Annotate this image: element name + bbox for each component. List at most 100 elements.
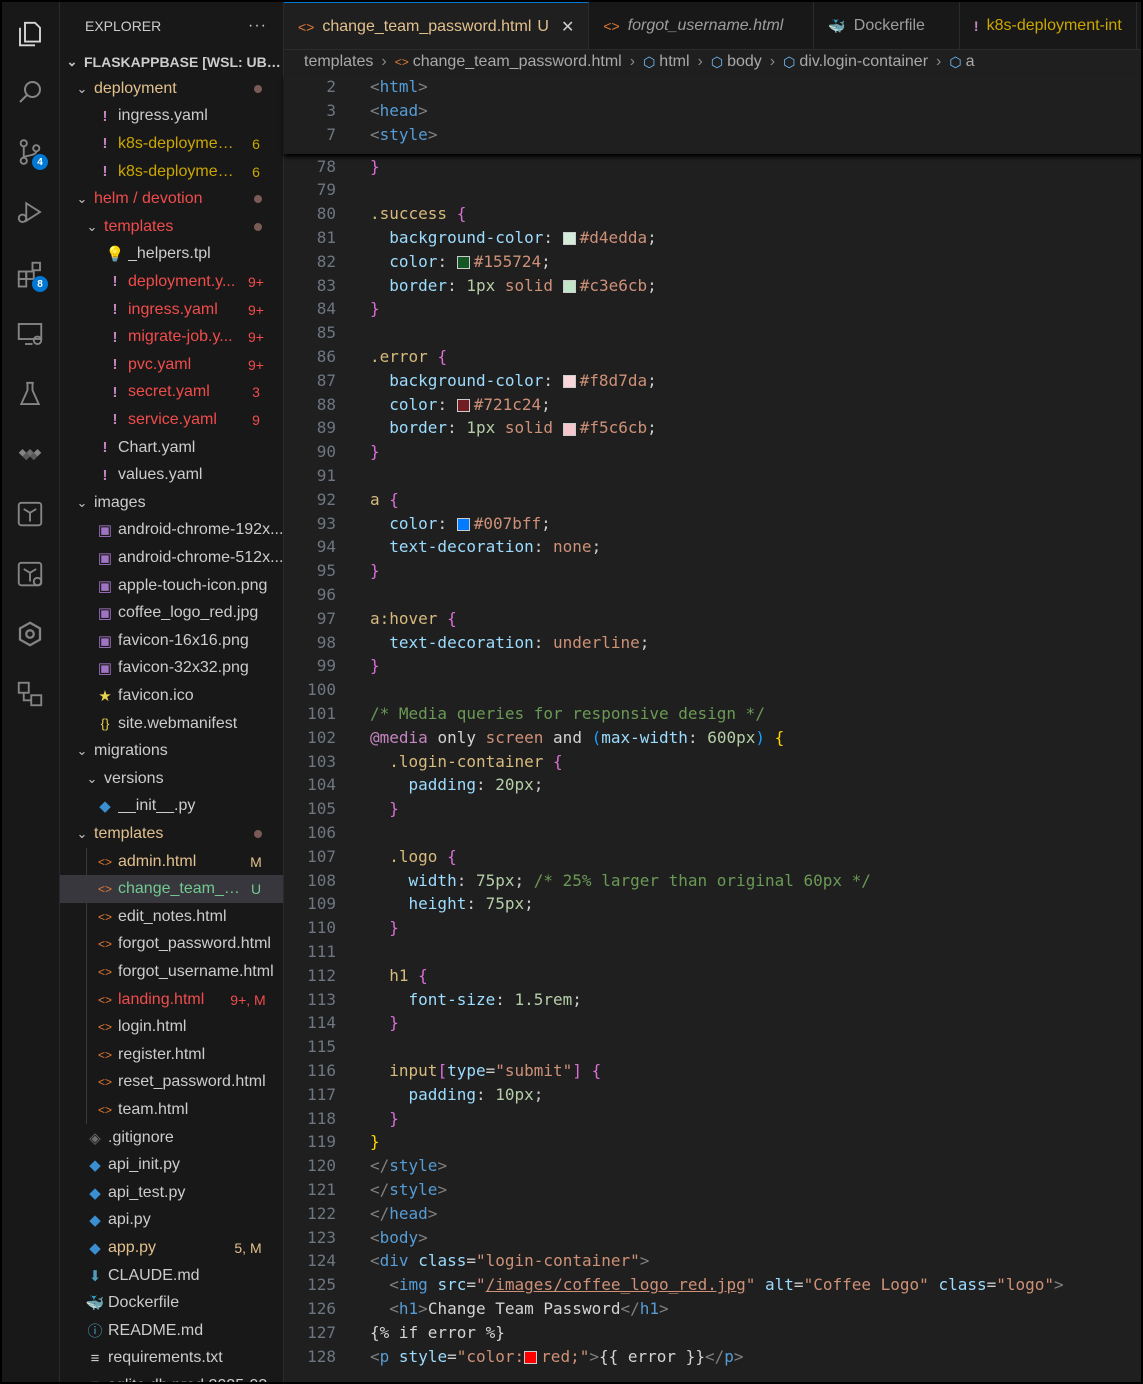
tree-item-label: forgot_password.html: [118, 935, 271, 953]
breadcrumb-item[interactable]: html: [659, 53, 689, 71]
file-item[interactable]: ! deployment.y... 9+: [60, 268, 283, 296]
tree-item-label: k8s-deployment....: [118, 162, 240, 180]
file-item[interactable]: ★ favicon.ico: [60, 682, 283, 710]
chevron-down-icon: ⌄: [76, 191, 88, 207]
file-item[interactable]: ▣ apple-touch-icon.png: [60, 572, 283, 600]
more-actions-icon[interactable]: ···: [248, 17, 267, 35]
file-item[interactable]: <> login.html: [60, 1013, 283, 1041]
tab-k8s-deployment-int[interactable]: ! k8s-deployment-int: [960, 2, 1137, 49]
extensions-icon[interactable]: 8: [10, 254, 50, 294]
file-item[interactable]: ! values.yaml: [60, 461, 283, 489]
file-item[interactable]: ▣ coffee_logo_red.jpg: [60, 599, 283, 627]
breadcrumb-item[interactable]: div.login-container: [799, 53, 928, 71]
code-line: 81 background-color: #d4edda;: [284, 225, 1141, 249]
breadcrumb-item[interactable]: a: [966, 53, 975, 71]
folder-item[interactable]: ⌄ deployment: [60, 75, 283, 103]
run-debug-icon[interactable]: [10, 192, 50, 232]
file-item[interactable]: ! service.yaml 9: [60, 406, 283, 434]
line-number: 122: [307, 1203, 336, 1223]
file-item[interactable]: ▣ favicon-16x16.png: [60, 627, 283, 655]
editor-tabs: <> change_team_password.html U ✕ <> forgot_us…: [284, 2, 1141, 50]
terraform-cloud-icon[interactable]: [10, 554, 50, 594]
workspace-root[interactable]: ⌄ FLASKAPPBASE [WSL: UBU...: [60, 48, 283, 76]
file-item[interactable]: ◆ app.py 5, M: [60, 1234, 283, 1262]
file-item[interactable]: ! k8s-deployment.... 6: [60, 158, 283, 186]
breadcrumb-item[interactable]: templates: [304, 53, 373, 71]
file-item[interactable]: ! migrate-job.y... 9+: [60, 323, 283, 351]
terraform-icon[interactable]: [10, 494, 50, 534]
folder-item[interactable]: ⌄ helm / devotion: [60, 185, 283, 213]
explorer-icon[interactable]: [10, 14, 50, 54]
file-item[interactable]: <> change_team_pa... U: [60, 875, 283, 903]
file-item[interactable]: ⓘ README.md: [60, 1317, 283, 1345]
tab-forgot-username-html[interactable]: <> forgot_username.html: [589, 2, 815, 49]
modified-dot-icon: [254, 84, 262, 93]
folder-item[interactable]: ⌄ versions: [60, 765, 283, 793]
file-item[interactable]: ≡ requirements.txt: [60, 1345, 283, 1373]
file-item[interactable]: ! k8s-deployment-... 6: [60, 130, 283, 158]
file-item[interactable]: ! pvc.yaml 9+: [60, 351, 283, 379]
tab-change-team-password-html[interactable]: <> change_team_password.html U ✕: [284, 2, 590, 49]
chevron-down-icon: ⌄: [86, 218, 98, 234]
code-text: }: [389, 918, 399, 938]
tree-item-label: admin.html: [118, 852, 197, 870]
file-item[interactable]: ◆ api_init.py: [60, 1151, 283, 1179]
line-number: 84: [316, 299, 336, 319]
folder-item[interactable]: ⌄ templates: [60, 820, 283, 848]
file-item[interactable]: ≡ sqlite.db.prod.2025-03-...: [60, 1372, 283, 1382]
html-icon: <>: [97, 964, 112, 979]
activity-bar: 4 8: [2, 2, 60, 1382]
remote-explorer-icon[interactable]: [10, 314, 50, 354]
file-item[interactable]: ◆ __init__.py: [60, 793, 283, 821]
code-editor[interactable]: 2 <html> 3 <head> 7 <style> 78} 79 80 .success {…: [284, 74, 1141, 1382]
breadcrumb-item[interactable]: body: [727, 53, 762, 71]
kubernetes-icon[interactable]: [10, 434, 50, 474]
close-icon[interactable]: ✕: [561, 17, 574, 37]
code-line: 107 .logo {: [284, 844, 1141, 868]
code-line: 93 color: #007bff;: [284, 511, 1141, 535]
code-line: 123 <body>: [284, 1225, 1141, 1249]
file-item[interactable]: ◈ .gitignore: [60, 1124, 283, 1152]
file-item[interactable]: <> forgot_password.html: [60, 931, 283, 959]
image-icon: ▣: [97, 577, 113, 595]
file-item[interactable]: <> edit_notes.html: [60, 903, 283, 931]
tree-item-label: Chart.yaml: [118, 438, 196, 456]
file-item[interactable]: <> team.html: [60, 1096, 283, 1124]
file-item[interactable]: ◆ api.py: [60, 1207, 283, 1235]
file-item[interactable]: ▣ android-chrome-512x...: [60, 544, 283, 572]
file-item[interactable]: ! ingress.yaml 9+: [60, 296, 283, 324]
file-item[interactable]: <> register.html: [60, 1041, 283, 1069]
file-item[interactable]: {} site.webmanifest: [60, 710, 283, 738]
code-text: .logo {: [389, 846, 457, 866]
source-control-icon[interactable]: 4: [10, 132, 50, 172]
code-text: text-decoration: none;: [389, 537, 602, 557]
folder-item[interactable]: ⌄ templates: [60, 213, 283, 241]
file-item[interactable]: 🐳 Dockerfile: [60, 1289, 283, 1317]
file-item[interactable]: 💡 _helpers.tpl: [60, 241, 283, 269]
file-item[interactable]: ▣ android-chrome-192x...: [60, 517, 283, 545]
code-line: 106: [284, 820, 1141, 844]
testing-icon[interactable]: [10, 374, 50, 414]
search-icon[interactable]: [10, 72, 50, 112]
yaml-icon: !: [102, 439, 108, 457]
markdown-icon: ⬇: [88, 1267, 102, 1285]
line-number: 102: [307, 727, 336, 747]
file-item[interactable]: <> forgot_username.html: [60, 958, 283, 986]
file-item[interactable]: <> admin.html M: [60, 848, 283, 876]
folder-item[interactable]: ⌄ images: [60, 489, 283, 517]
gitlab-workflow-icon[interactable]: [10, 614, 50, 654]
containers-icon[interactable]: [10, 674, 50, 714]
file-item[interactable]: ! ingress.yaml: [60, 103, 283, 131]
file-item[interactable]: ▣ favicon-32x32.png: [60, 655, 283, 683]
tab-dockerfile[interactable]: 🐳 Dockerfile: [814, 2, 960, 49]
file-item[interactable]: ! secret.yaml 3: [60, 379, 283, 407]
file-item[interactable]: <> landing.html 9+, M: [60, 986, 283, 1014]
folder-item[interactable]: ⌄ migrations: [60, 737, 283, 765]
breadcrumb-item[interactable]: change_team_password.html: [413, 53, 622, 71]
file-item[interactable]: ⬇ CLAUDE.md: [60, 1262, 283, 1290]
line-number: 96: [316, 584, 336, 604]
file-item[interactable]: ◆ api_test.py: [60, 1179, 283, 1207]
code-line: 88 color: #721c24;: [284, 392, 1141, 416]
file-item[interactable]: ! Chart.yaml: [60, 434, 283, 462]
file-item[interactable]: <> reset_password.html: [60, 1069, 283, 1097]
